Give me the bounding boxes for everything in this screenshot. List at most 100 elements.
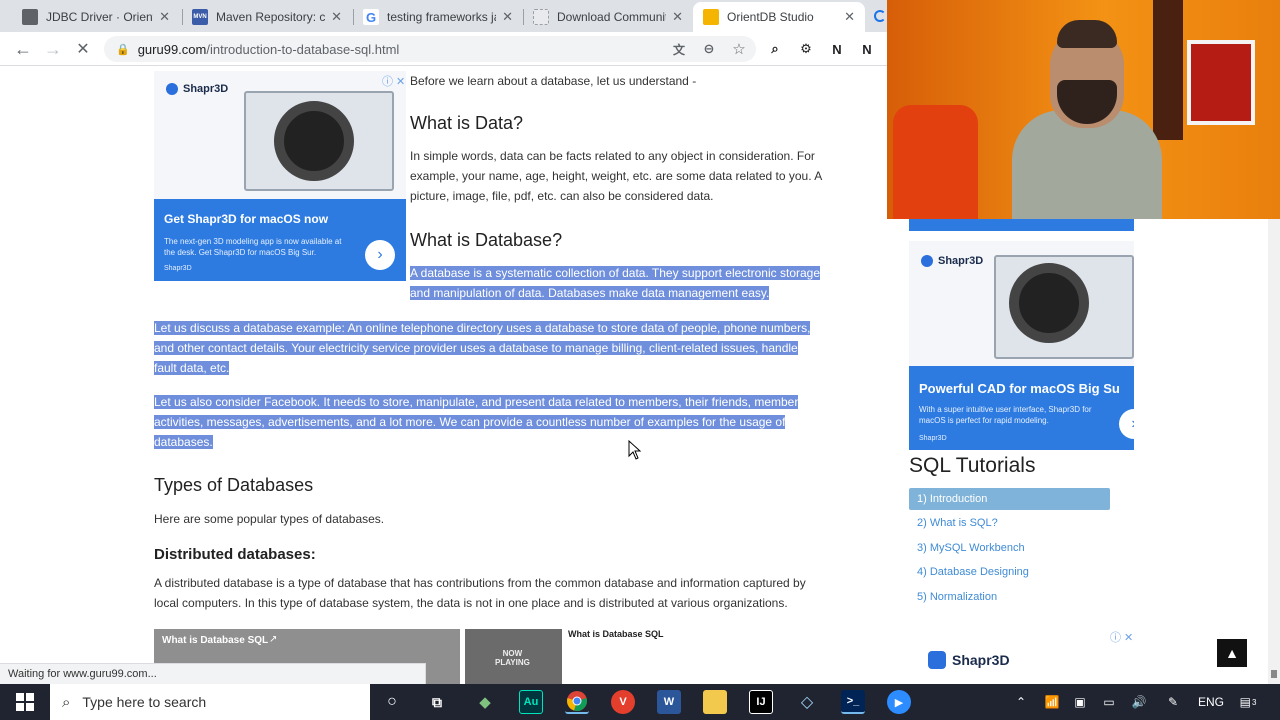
orientdb-icon [703, 9, 719, 25]
translate-icon[interactable]: 文 [670, 40, 688, 58]
file-explorer-icon[interactable] [703, 690, 727, 714]
sidebar-item-normalization[interactable]: 5) Normalization [909, 586, 1110, 608]
search-placeholder: Type here to search [82, 694, 207, 710]
ad-brand-bottom[interactable]: Shapr3D [928, 651, 1010, 669]
share-icon[interactable]: ↗ [269, 634, 277, 645]
extension-n-icon[interactable]: N [828, 40, 846, 58]
bookmark-star-icon[interactable]: ☆ [730, 40, 748, 58]
audition-icon[interactable]: Au [519, 690, 543, 714]
close-icon[interactable]: ✕ [159, 9, 170, 25]
sidebar-item-introduction[interactable]: 1) Introduction [909, 488, 1110, 510]
stop-loading-icon[interactable]: ✕ [72, 38, 94, 60]
meet-now-icon[interactable]: ▣ [1072, 693, 1088, 711]
sidebar-item-database-designing[interactable]: 4) Database Designing [909, 561, 1110, 583]
scrollbar-thumb[interactable] [1271, 670, 1277, 678]
chevron-right-icon[interactable]: › [365, 240, 395, 270]
mvn-icon: MVN [192, 9, 208, 25]
taskbar-search-box[interactable]: ⌕ Type here to search [50, 684, 370, 720]
tab-orientdb-studio[interactable]: OrientDB Studio ✕ [693, 2, 865, 32]
windows-taskbar: ⌕ Type here to search ○ ⧉ ◆ Au V W IJ ◇ … [0, 684, 1280, 720]
chrome-icon[interactable] [565, 690, 589, 714]
tab-label: JDBC Driver · OrientDB [46, 10, 153, 24]
search-icon: ⌕ [62, 693, 71, 711]
sidebar-item-mysql-workbench[interactable]: 3) MySQL Workbench [909, 537, 1110, 559]
vivaldi-icon[interactable]: V [611, 690, 635, 714]
google-icon: G [363, 9, 379, 25]
tab-label: Download Community [557, 10, 667, 24]
scroll-to-top-button[interactable]: ▲ [1217, 639, 1247, 667]
tab-label: testing frameworks ja [387, 10, 497, 24]
ad-subtext: The next-gen 3D modeling app is now avai… [164, 237, 342, 257]
app-cube-icon[interactable]: ◇ [795, 690, 819, 714]
video-thumbnail[interactable]: NOW PLAYING [465, 629, 562, 684]
extension-search-icon[interactable]: ⌕ [766, 40, 784, 58]
lock-icon: 🔒 [116, 43, 130, 56]
sidebar-title: SQL Tutorials [909, 454, 1036, 477]
ad-brand: Shapr3D [921, 255, 983, 267]
webcam-shelf [1153, 0, 1183, 140]
windows-start-icon[interactable] [16, 693, 34, 711]
webcam-person-hair [1057, 20, 1117, 48]
battery-icon[interactable]: ▭ [1100, 693, 1118, 711]
intellij-icon[interactable]: IJ [749, 690, 773, 714]
url-path: /introduction-to-database-sql.html [206, 41, 400, 57]
volume-icon[interactable]: 🔊 [1130, 693, 1148, 711]
tab-label: Maven Repository: com [216, 10, 326, 24]
advertisement-shapr3d[interactable]: Shapr3D Get Shapr3D for macOS now The ne… [154, 71, 406, 281]
ad-footer: Shapr3D [164, 265, 192, 272]
paragraph-types: Here are some popular types of databases… [154, 512, 385, 526]
app-green-icon[interactable]: ◆ [473, 690, 497, 714]
wifi-icon[interactable]: 📶 [1044, 693, 1060, 711]
ad-headline: Powerful CAD for macOS Big Su [919, 381, 1120, 396]
paragraph-database-selected: A database is a systematic collection of… [410, 266, 821, 300]
sidebar-item-what-is-sql[interactable]: 2) What is SQL? [909, 512, 1110, 534]
powershell-icon[interactable]: >_ [841, 690, 865, 714]
now-playing-label: NOW PLAYING [495, 649, 530, 667]
ad-close-icon[interactable]: ⓘ ✕ [1110, 629, 1133, 645]
intro-text: Before we learn about a database, let us… [410, 74, 697, 88]
ad-banner-top [909, 217, 1134, 231]
loading-spinner-icon [874, 10, 886, 22]
tab-testing-frameworks[interactable]: G testing frameworks ja ✕ [353, 2, 523, 32]
close-icon[interactable]: ✕ [844, 9, 855, 25]
close-icon[interactable]: ✕ [502, 9, 513, 25]
page-icon [533, 9, 549, 25]
ad-subtext: With a super intuitive user interface, S… [919, 405, 1092, 425]
webcam-chair [893, 105, 978, 219]
word-icon[interactable]: W [657, 690, 681, 714]
shapr3d-logo-icon [921, 255, 933, 267]
tab-maven-repository[interactable]: MVN Maven Repository: com ✕ [182, 2, 352, 32]
advertisement-shapr3d-sidebar[interactable]: Shapr3D Powerful CAD for macOS Big Su Wi… [909, 241, 1134, 450]
task-view-icon[interactable]: ⧉ [425, 690, 449, 714]
paragraph-data: In simple words, data can be facts relat… [410, 149, 823, 203]
back-icon[interactable]: ← [12, 38, 34, 60]
tab-jdbc-driver[interactable]: JDBC Driver · OrientDB ✕ [12, 2, 180, 32]
wheel-image [1009, 263, 1089, 343]
tab-strip: JDBC Driver · OrientDB ✕ MVN Maven Repos… [0, 0, 888, 32]
chevron-up-icon[interactable]: ⌃ [1014, 693, 1028, 711]
close-icon[interactable]: ✕ [331, 9, 342, 25]
tab-download-community[interactable]: Download Community ✕ [523, 2, 693, 32]
forward-icon[interactable]: → [42, 38, 64, 60]
cortana-icon[interactable]: ○ [380, 690, 404, 714]
ad-close-icon[interactable]: ⓘ ✕ [382, 73, 405, 89]
url-host: guru99.com [137, 41, 207, 57]
heading-what-is-data: What is Data? [410, 113, 524, 133]
address-bar[interactable]: 🔒 guru99.com/introduction-to-database-sq… [104, 36, 756, 62]
language-indicator[interactable]: ENG [1196, 693, 1226, 711]
heading-types-of-databases: Types of Databases [154, 475, 314, 495]
notifications-icon[interactable]: ▤ 3 [1236, 693, 1260, 711]
zoom-icon[interactable]: ⊖ [700, 40, 718, 58]
screen: JDBC Driver · OrientDB ✕ MVN Maven Repos… [0, 0, 1280, 720]
heading-distributed-databases: Distributed databases: [154, 546, 316, 563]
shapr3d-logo-icon [928, 651, 946, 669]
close-icon[interactable]: ✕ [672, 9, 683, 25]
paragraph-facebook-selected: Let us also consider Facebook. It needs … [154, 395, 799, 449]
extension-tools-icon[interactable]: ⚙ [797, 40, 815, 58]
webcam-painting [1187, 40, 1255, 125]
zoom-app-icon[interactable]: ▶ [887, 690, 911, 714]
paragraph-example-selected: Let us discuss a database example: An on… [154, 321, 811, 375]
wheel-image [274, 101, 354, 181]
pen-icon[interactable]: ✎ [1164, 693, 1182, 711]
extension-notion-icon[interactable]: N [858, 40, 876, 58]
